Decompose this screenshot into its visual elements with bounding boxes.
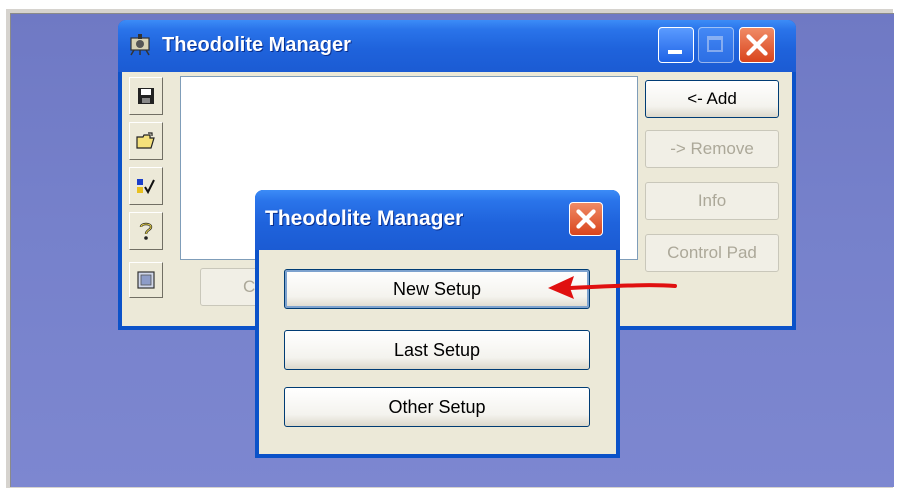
setup-dialog: Theodolite Manager New Setup Last Setup … bbox=[255, 190, 620, 458]
main-window-title: Theodolite Manager bbox=[162, 34, 351, 56]
close-button[interactable] bbox=[739, 27, 775, 63]
dialog-title: Theodolite Manager bbox=[265, 207, 464, 230]
open-folder-icon bbox=[136, 132, 155, 149]
check-list-icon bbox=[137, 179, 155, 195]
panel-icon bbox=[137, 271, 155, 289]
red-arrow-annotation bbox=[548, 276, 677, 299]
dialog-close-button[interactable] bbox=[569, 202, 603, 236]
check-button[interactable] bbox=[129, 167, 163, 205]
main-titlebar[interactable]: Theodolite Manager bbox=[118, 20, 796, 72]
open-button[interactable] bbox=[129, 122, 163, 160]
theodolite-app-icon bbox=[130, 34, 150, 56]
remove-button[interactable]: -> Remove bbox=[645, 130, 779, 168]
help-button[interactable] bbox=[129, 212, 163, 250]
save-button[interactable] bbox=[129, 77, 163, 115]
close-icon bbox=[746, 34, 768, 56]
minimize-button[interactable] bbox=[658, 27, 694, 63]
dialog-titlebar[interactable]: Theodolite Manager bbox=[255, 190, 620, 250]
save-icon bbox=[138, 88, 154, 104]
add-button[interactable]: <- Add bbox=[645, 80, 779, 118]
close-icon bbox=[576, 209, 596, 229]
last-setup-button[interactable]: Last Setup bbox=[284, 330, 590, 370]
panel-button[interactable] bbox=[129, 262, 163, 298]
maximize-button[interactable] bbox=[698, 27, 734, 63]
info-button[interactable]: Info bbox=[645, 182, 779, 220]
help-icon bbox=[139, 222, 153, 240]
other-setup-button[interactable]: Other Setup bbox=[284, 387, 590, 427]
